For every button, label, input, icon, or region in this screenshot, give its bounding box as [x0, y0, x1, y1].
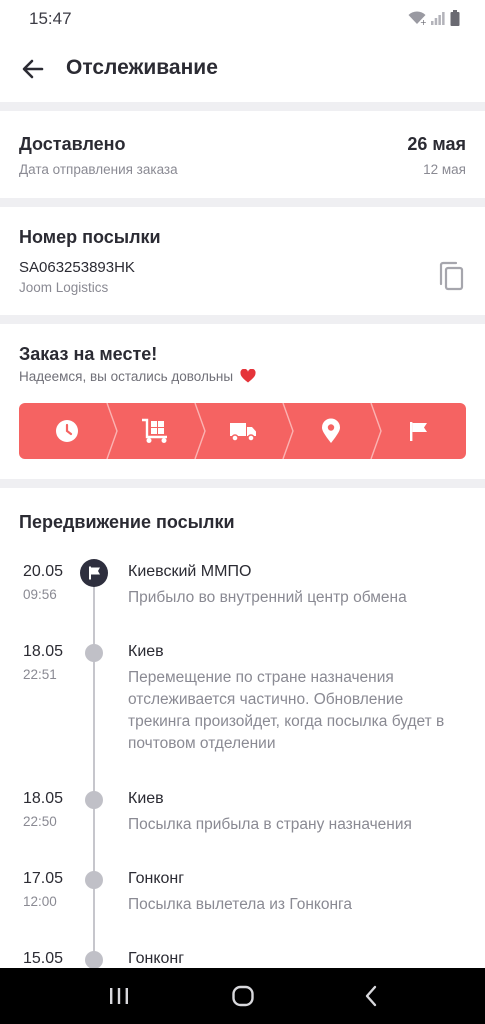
divider: [0, 102, 485, 111]
flag-icon: [89, 566, 100, 580]
event-date: 18.05: [23, 643, 64, 660]
home-button[interactable]: [223, 982, 263, 1010]
event-place: Гонконг: [128, 870, 185, 887]
event-place: Киев: [128, 643, 164, 660]
event-place: Киевский ММПО: [128, 563, 252, 580]
event-date: 17.05: [23, 870, 64, 887]
app-bar: Отслеживание: [0, 38, 485, 102]
parcel-movement: Передвижение посылки 20.05 09:56 Киевски…: [0, 488, 485, 968]
navigation-bar: [0, 968, 485, 1024]
wifi-icon: +: [408, 11, 427, 26]
event-place: Гонконг: [128, 950, 185, 967]
arrival-card: Заказ на месте! Надеемся, вы остались до…: [0, 324, 485, 479]
delivery-progress-bar: [19, 403, 466, 459]
stage-divider: [282, 403, 294, 459]
stage-divider: [106, 403, 118, 459]
event-description: Прибыло во внутренний центр обмена: [128, 589, 407, 606]
divider: [0, 315, 485, 324]
parcel-card: Номер посылки SA063253893HK Joom Logisti…: [0, 207, 485, 315]
back-nav-icon: [365, 985, 377, 1007]
stage-divider: [194, 403, 206, 459]
location-pin-icon: [322, 418, 340, 443]
stage-processing: [135, 403, 175, 459]
divider: [0, 198, 485, 207]
parcel-carrier: Joom Logistics: [19, 280, 109, 295]
event-time: 22:51: [23, 667, 57, 682]
event-description: Посылка вылетела из Гонконга: [128, 896, 352, 913]
truck-icon: [230, 423, 256, 442]
delivery-status-card: Доставлено Дата отправления заказа 26 ма…: [0, 111, 485, 198]
movement-title: Передвижение посылки: [19, 512, 235, 532]
arrival-subtitle-text: Надеемся, вы остались довольны: [19, 369, 234, 384]
copy-button[interactable]: [435, 259, 469, 295]
stage-divider: [370, 403, 382, 459]
arrow-left-icon: [22, 59, 44, 79]
back-button[interactable]: [16, 52, 50, 86]
clock-icon: [56, 420, 78, 442]
delivery-status: Доставлено: [19, 134, 126, 154]
delivery-date: 26 мая: [407, 134, 466, 154]
flag-icon: [410, 422, 427, 441]
copy-icon: [439, 261, 464, 291]
status-icons: +: [407, 9, 461, 27]
page-title: Отслеживание: [66, 56, 218, 79]
delivery-status-sub: Дата отправления заказа: [19, 162, 178, 177]
timeline-dot: [85, 871, 103, 889]
svg-text:+: +: [420, 18, 427, 26]
event-time: 09:56: [23, 587, 57, 602]
parcel-title: Номер посылки: [19, 227, 161, 247]
stage-delivered: [399, 403, 439, 459]
stage-in-transit: [223, 403, 263, 459]
shipping-date: 12 мая: [423, 162, 466, 177]
timeline-current-marker: [80, 559, 108, 587]
status-bar: 15:47 +: [0, 0, 485, 38]
event-time: 12:00: [23, 894, 57, 909]
event-description: Посылка прибыла в страну назначения: [128, 816, 412, 833]
stage-arrived: [311, 403, 351, 459]
heart-icon: [240, 368, 256, 383]
timeline-dot: [85, 791, 103, 809]
timeline-dot: [85, 951, 103, 968]
battery-icon: [450, 10, 460, 26]
cart-boxes-icon: [142, 418, 167, 443]
arrival-subtitle: Надеемся, вы остались довольны: [19, 368, 256, 384]
event-description: Перемещение по стране назначения отслежи…: [128, 669, 445, 752]
status-time: 15:47: [29, 9, 72, 28]
event-time: 22:50: [23, 814, 57, 829]
back-nav-button[interactable]: [351, 982, 391, 1010]
stage-ordered: [47, 403, 87, 459]
divider: [0, 479, 485, 488]
parcel-number[interactable]: SA063253893HK: [19, 259, 135, 276]
event-date: 18.05: [23, 790, 64, 807]
recent-apps-icon: [110, 988, 128, 1004]
signal-icon: [431, 12, 445, 25]
home-icon: [232, 985, 254, 1007]
event-date: 15.05: [23, 950, 64, 967]
event-date: 20.05: [23, 563, 64, 580]
timeline-dot: [85, 644, 103, 662]
arrival-title: Заказ на месте!: [19, 344, 158, 364]
event-place: Киев: [128, 790, 164, 807]
recent-apps-button[interactable]: [99, 982, 139, 1010]
timeline-line: [93, 572, 95, 962]
